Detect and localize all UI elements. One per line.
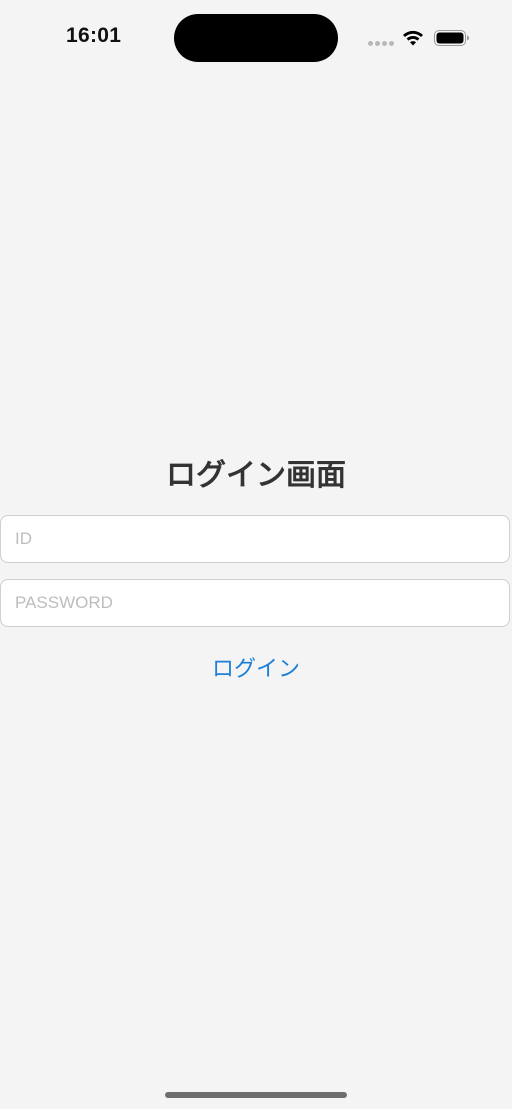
- page-title: ログイン画面: [166, 458, 346, 493]
- status-time: 16:01: [66, 24, 122, 47]
- dynamic-island: [174, 14, 338, 62]
- battery-icon: [434, 30, 469, 46]
- login-button[interactable]: ログイン: [0, 650, 512, 684]
- id-field[interactable]: [0, 515, 510, 563]
- home-indicator[interactable]: [165, 1092, 347, 1098]
- password-field[interactable]: [0, 579, 510, 627]
- wifi-icon: [403, 30, 423, 46]
- id-input[interactable]: [1, 516, 509, 562]
- cellular-signal-icon: [368, 41, 394, 46]
- login-button-label: ログイン: [211, 657, 300, 682]
- status-bar: 16:01: [0, 0, 512, 76]
- password-input[interactable]: [1, 580, 509, 626]
